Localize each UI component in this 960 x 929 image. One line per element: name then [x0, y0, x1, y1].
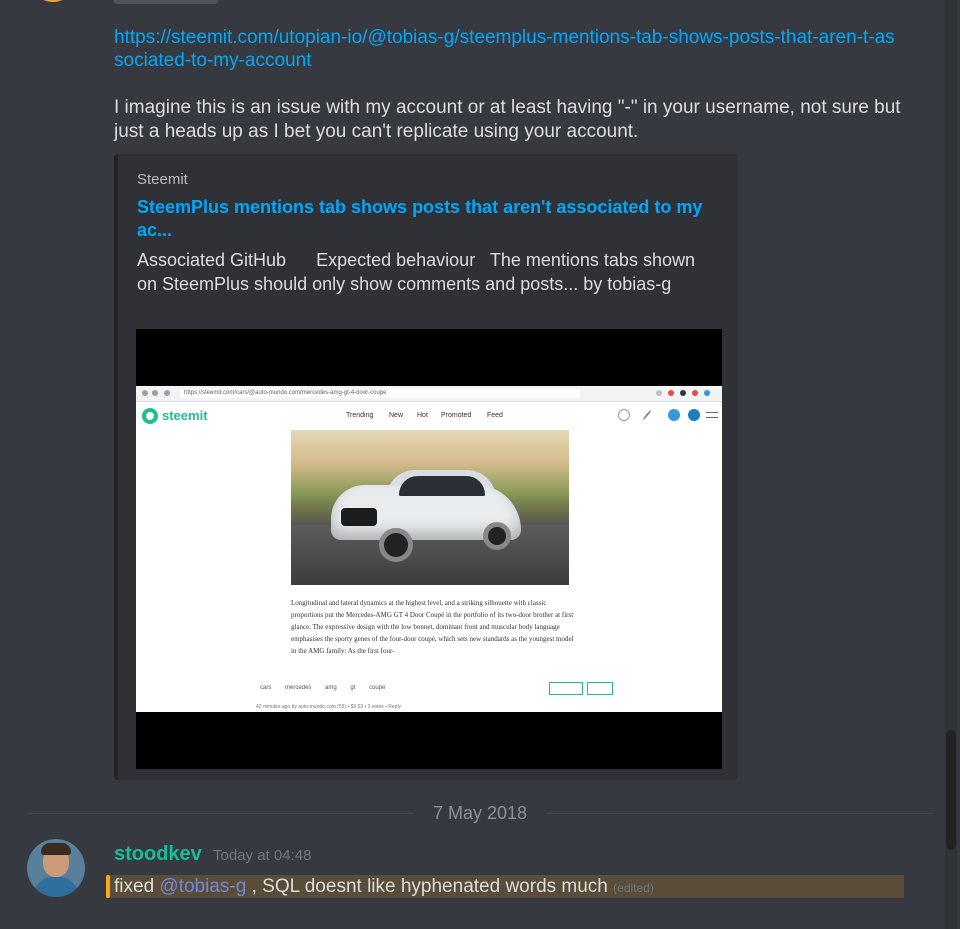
embed-provider: Steemit — [137, 171, 188, 188]
steemit-logo-icon — [142, 408, 158, 424]
embed-image[interactable]: https://steemit.com/cars/@auto-mundo.com… — [136, 329, 722, 769]
embed-screenshot: https://steemit.com/cars/@auto-mundo.com… — [136, 386, 722, 712]
avatar-hair — [41, 843, 71, 855]
tag: mercedes — [285, 685, 312, 691]
car-front-wheel — [379, 528, 413, 562]
pencil-icon — [642, 409, 652, 421]
message-content: fixed @tobias-g , SQL doesnt like hyphen… — [114, 875, 654, 900]
search-icon — [618, 409, 630, 421]
message-timestamp: Today at 04:48 — [213, 847, 312, 864]
nav-promoted: Promoted — [441, 412, 472, 419]
user-mention[interactable]: @tobias-g — [159, 876, 246, 897]
date-divider-line — [28, 813, 414, 814]
edited-label: (edited) — [613, 881, 654, 895]
avatar-shirt — [33, 877, 79, 897]
article-button — [587, 682, 613, 695]
steemit-wordmark: steemit — [162, 408, 208, 423]
date-divider-line — [546, 813, 933, 814]
nav-feed: Feed — [487, 412, 503, 419]
bookmark-icon — [656, 390, 662, 396]
message-text-after: , SQL doesnt like hyphenated words much — [246, 876, 608, 897]
nav-trending: Trending — [346, 412, 374, 419]
car-grille — [341, 508, 377, 526]
add-icon — [668, 409, 680, 421]
car-rear-wheel — [483, 522, 511, 550]
message-text-before: fixed — [114, 876, 160, 897]
extension-icon — [668, 390, 674, 396]
back-icon — [142, 390, 148, 396]
browser-url-text: https://steemit.com/cars/@auto-mundo.com… — [184, 390, 387, 396]
message-link[interactable]: https://steemit.com/utopian-io/@tobias-g… — [114, 26, 904, 72]
user-avatar[interactable] — [27, 839, 85, 897]
reload-icon — [164, 390, 170, 396]
embed-description: Associated GitHub Expected behaviour The… — [137, 250, 700, 294]
browser-url-bar: https://steemit.com/cars/@auto-mundo.com… — [180, 389, 580, 398]
extension-icon — [680, 390, 686, 396]
article-tags: cars mercedes amg gt coupe — [260, 685, 397, 691]
embed-title-link[interactable]: SteemPlus mentions tab shows posts that … — [137, 196, 717, 242]
article-footer: 42 minutes ago by auto-mundo.com (55) • … — [256, 704, 402, 710]
link-embed: Steemit SteemPlus mentions tab shows pos… — [114, 154, 738, 780]
forward-icon — [152, 390, 158, 396]
tag: cars — [260, 685, 272, 691]
extension-icon — [692, 390, 698, 396]
article-text: Longitudinal and lateral dynamics at the… — [291, 599, 574, 655]
scrollbar-thumb[interactable] — [946, 730, 956, 850]
menu-icon — [706, 412, 718, 418]
extension-icon — [704, 390, 710, 396]
browser-chrome: https://steemit.com/cars/@auto-mundo.com… — [136, 386, 722, 402]
message-text: I imagine this is an issue with my accou… — [114, 97, 901, 142]
previous-embed-edge — [114, 0, 218, 4]
car-window — [399, 476, 485, 496]
steemit-header: steemit Trending New Hot Promoted Feed — [136, 402, 722, 432]
article-button — [549, 682, 583, 695]
tag: gt — [350, 685, 356, 691]
tag: coupe — [369, 685, 386, 691]
nav-hot: Hot — [417, 412, 428, 419]
car-photo — [291, 430, 569, 585]
tag: amg — [325, 685, 337, 691]
username[interactable]: stoodkev — [114, 843, 202, 866]
mention-highlight-bar — [106, 875, 110, 898]
profile-icon — [688, 409, 700, 421]
nav-new: New — [389, 412, 404, 419]
date-divider: 7 May 2018 — [414, 801, 546, 825]
previous-author-avatar[interactable] — [30, 0, 76, 2]
